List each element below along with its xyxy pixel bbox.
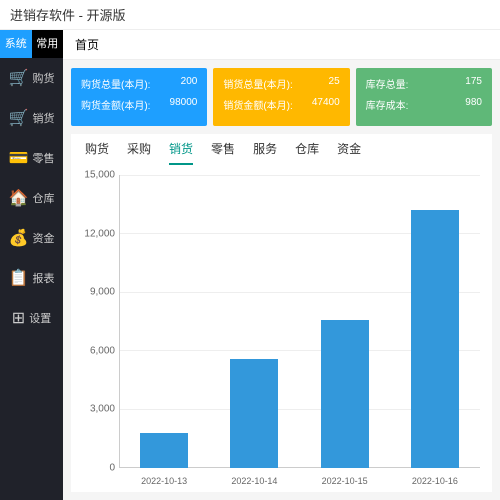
tab-2[interactable]: 销货 xyxy=(169,140,193,165)
y-tick: 15,000 xyxy=(84,170,115,181)
sidebar-label: 设置 xyxy=(29,310,51,326)
bar-1[interactable] xyxy=(230,359,278,468)
sidebar-item-2[interactable]: 💳零售 xyxy=(0,138,63,178)
stat-card-2: 库存总量: 175 库存成本: 980 xyxy=(356,68,492,126)
breadcrumb: 首页 xyxy=(63,30,500,60)
sidebar-icon: 🛒 xyxy=(9,108,29,128)
tab-0[interactable]: 购货 xyxy=(85,140,109,165)
x-label: 2022-10-14 xyxy=(224,476,284,486)
x-label: 2022-10-15 xyxy=(315,476,375,486)
stat-card-1: 销货总量(本月): 25 销货金额(本月): 47400 xyxy=(213,68,349,126)
y-tick: 12,000 xyxy=(84,228,115,239)
sidebar-label: 购货 xyxy=(32,70,54,86)
card-value: 175 xyxy=(465,76,482,91)
sidebar-label: 零售 xyxy=(32,150,54,166)
card-value: 980 xyxy=(465,97,482,112)
sidebar-item-3[interactable]: 🏠仓库 xyxy=(0,178,63,218)
card-label: 销货总量(本月): xyxy=(223,76,292,91)
tab-3[interactable]: 零售 xyxy=(211,140,235,165)
sidebar-label: 报表 xyxy=(32,270,54,286)
bar-3[interactable] xyxy=(411,210,459,468)
x-label: 2022-10-16 xyxy=(405,476,465,486)
y-tick: 0 xyxy=(109,463,115,474)
stat-card-0: 购货总量(本月): 200 购货金额(本月): 98000 xyxy=(71,68,207,126)
sidebar-item-6[interactable]: ⊞设置 xyxy=(0,298,63,338)
y-tick: 9,000 xyxy=(90,287,115,298)
card-value: 200 xyxy=(181,76,198,91)
sidebar-icon: 🏠 xyxy=(9,188,29,208)
card-label: 库存成本: xyxy=(366,97,409,112)
sidebar-icon: ⊞ xyxy=(12,308,25,328)
tab-5[interactable]: 仓库 xyxy=(295,140,319,165)
sidebar-item-5[interactable]: 📋报表 xyxy=(0,258,63,298)
tab-1[interactable]: 采购 xyxy=(127,140,151,165)
sidebar-icon: 💰 xyxy=(9,228,29,248)
sidebar-icon: 💳 xyxy=(9,148,29,168)
side-tab-system[interactable]: 系统 xyxy=(0,30,32,58)
tab-4[interactable]: 服务 xyxy=(253,140,277,165)
sidebar-label: 资金 xyxy=(32,230,54,246)
tab-6[interactable]: 资金 xyxy=(337,140,361,165)
sidebar-item-4[interactable]: 💰资金 xyxy=(0,218,63,258)
y-tick: 6,000 xyxy=(90,345,115,356)
x-label: 2022-10-13 xyxy=(134,476,194,486)
sidebar-label: 仓库 xyxy=(32,190,54,206)
y-tick: 3,000 xyxy=(90,404,115,415)
app-title: 进销存软件 - 开源版 xyxy=(10,5,126,24)
card-value: 98000 xyxy=(170,97,198,112)
sidebar-icon: 📋 xyxy=(9,268,29,288)
bar-0[interactable] xyxy=(140,433,188,468)
sidebar: 系统 常用 🛒购货🛒销货💳零售🏠仓库💰资金📋报表⊞设置 xyxy=(0,30,63,500)
card-value: 25 xyxy=(329,76,340,91)
sidebar-item-1[interactable]: 🛒销货 xyxy=(0,98,63,138)
card-label: 购货总量(本月): xyxy=(81,76,150,91)
card-value: 47400 xyxy=(312,97,340,112)
card-label: 购货金额(本月): xyxy=(81,97,150,112)
app-header: 进销存软件 - 开源版 xyxy=(0,0,500,30)
card-label: 库存总量: xyxy=(366,76,409,91)
sidebar-icon: 🛒 xyxy=(9,68,29,88)
chart: 0 3,000 6,000 9,000 12,000 15,000 2022-10-13 2… xyxy=(71,165,492,492)
side-tab-common[interactable]: 常用 xyxy=(32,30,64,58)
sidebar-label: 销货 xyxy=(32,110,54,126)
sidebar-item-0[interactable]: 🛒购货 xyxy=(0,58,63,98)
card-label: 销货金额(本月): xyxy=(223,97,292,112)
bar-2[interactable] xyxy=(321,320,369,468)
